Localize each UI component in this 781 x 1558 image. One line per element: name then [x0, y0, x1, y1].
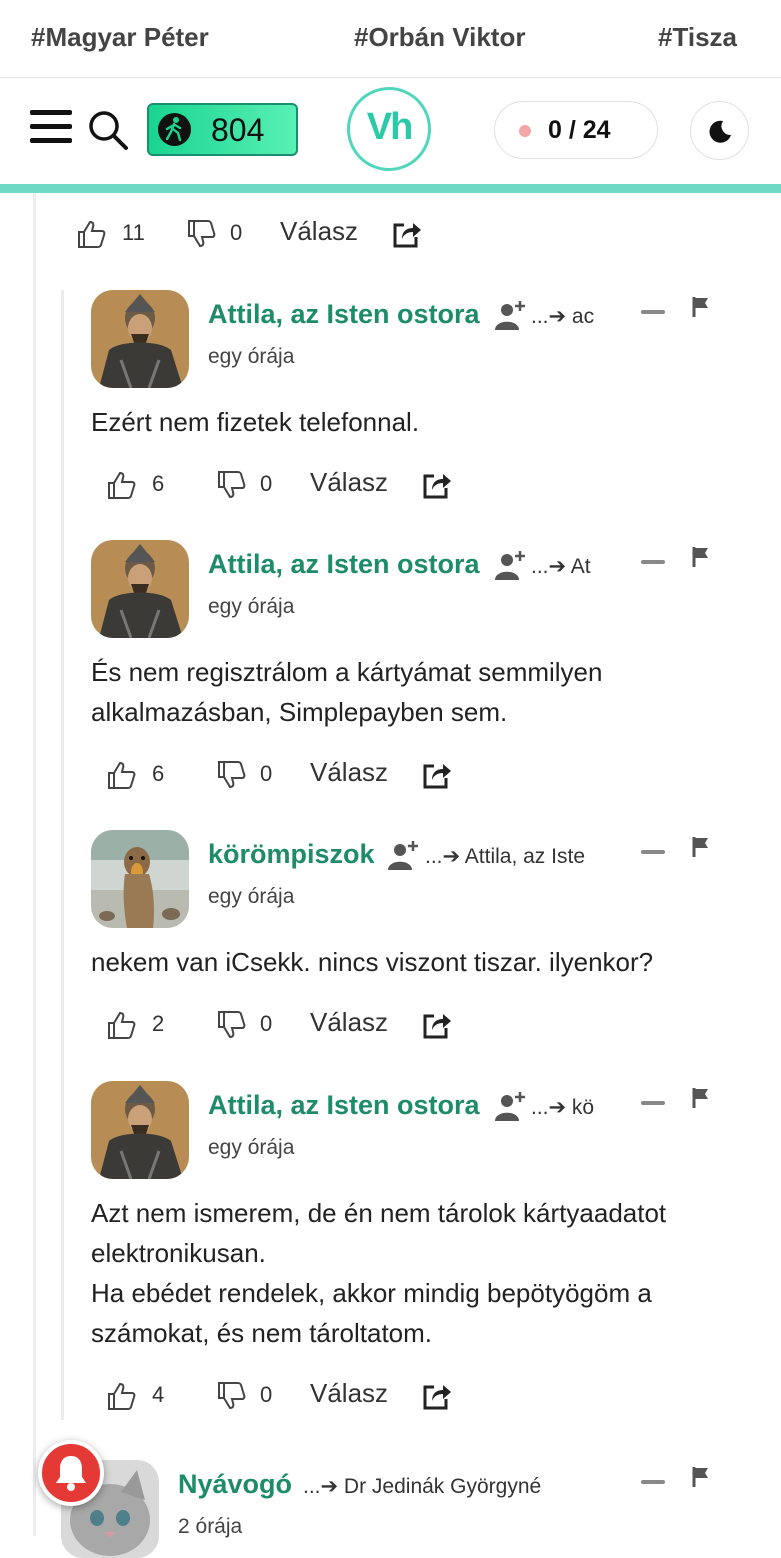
- site-logo[interactable]: Vh: [347, 87, 431, 171]
- reply-button[interactable]: Válasz: [310, 467, 388, 498]
- thumbs-down-icon[interactable]: [216, 470, 246, 500]
- thumbs-down-icon[interactable]: [186, 219, 216, 249]
- comment: Attila, az Isten ostora ...➔ ac egy óráj…: [91, 290, 781, 520]
- collapse-icon[interactable]: [641, 310, 665, 314]
- reply-button[interactable]: Válasz: [310, 1378, 388, 1409]
- topic-link[interactable]: #Magyar Péter: [31, 22, 209, 53]
- share-icon[interactable]: [392, 219, 422, 249]
- collapse-icon[interactable]: [641, 1101, 665, 1105]
- topic-link[interactable]: #Tisza: [658, 22, 737, 53]
- reply-to-link[interactable]: ...➔ Dr Jedinák Györgyné: [303, 1474, 573, 1499]
- timestamp: 2 órája: [178, 1515, 243, 1538]
- thread-line: [61, 290, 64, 1420]
- add-user-icon[interactable]: [493, 298, 527, 332]
- visitor-count: 804: [211, 112, 265, 148]
- flag-icon[interactable]: [691, 296, 711, 318]
- timestamp: egy órája: [208, 345, 295, 368]
- walking-person-icon: [158, 113, 191, 146]
- reply-to-link[interactable]: ...➔ kö: [531, 1095, 601, 1120]
- add-user-icon[interactable]: [493, 1089, 527, 1123]
- share-icon[interactable]: [422, 1010, 452, 1040]
- flag-icon[interactable]: [691, 1087, 711, 1109]
- reply-button[interactable]: Válasz: [280, 216, 358, 247]
- reply-to-link[interactable]: ...➔ At: [531, 554, 601, 579]
- author-name[interactable]: Nyávogó: [178, 1469, 292, 1500]
- share-icon[interactable]: [422, 1381, 452, 1411]
- collapse-icon[interactable]: [641, 1480, 665, 1484]
- reply-button[interactable]: Válasz: [310, 757, 388, 788]
- thumbs-up-icon[interactable]: [106, 760, 136, 790]
- search-icon[interactable]: [86, 108, 130, 152]
- header-divider: [0, 184, 781, 193]
- comment-text: Azt nem ismerem, de én nem tárolok kárty…: [91, 1198, 667, 1348]
- share-icon[interactable]: [422, 470, 452, 500]
- dark-mode-toggle[interactable]: [690, 101, 749, 160]
- comment-actions: 4 0 Válasz: [106, 1377, 466, 1417]
- unread-counter[interactable]: 0 / 24: [494, 101, 658, 159]
- thumbs-up-icon[interactable]: [106, 1010, 136, 1040]
- comment: Nyávogó ...➔ Dr Jedinák Györgyné 2 órája: [61, 1460, 781, 1558]
- reply-to-link[interactable]: ...➔ ac: [531, 304, 601, 329]
- author-name[interactable]: Attila, az Isten ostora: [208, 299, 480, 330]
- thumbs-up-icon[interactable]: [106, 470, 136, 500]
- menu-icon[interactable]: [30, 110, 72, 144]
- moon-icon: [709, 120, 731, 143]
- timestamp: egy órája: [208, 1136, 295, 1159]
- thumbs-down-icon[interactable]: [216, 1381, 246, 1411]
- avatar[interactable]: [91, 540, 189, 638]
- comment: körömpiszok ...➔ Attila, az Iste egy órá…: [91, 830, 781, 1060]
- thumbs-down-icon[interactable]: [216, 760, 246, 790]
- share-icon[interactable]: [422, 760, 452, 790]
- comment-actions: 6 0 Válasz: [106, 756, 466, 796]
- collapse-icon[interactable]: [641, 850, 665, 854]
- topic-bar: #Magyar Péter #Orbán Viktor #Tisza: [0, 0, 781, 78]
- notification-bell-button[interactable]: [38, 1440, 104, 1506]
- avatar[interactable]: [91, 1081, 189, 1179]
- add-user-icon[interactable]: [386, 838, 420, 872]
- reply-to-link[interactable]: ...➔ Attila, az Iste: [425, 844, 601, 869]
- flag-icon[interactable]: [691, 836, 711, 858]
- avatar[interactable]: [91, 830, 189, 928]
- add-user-icon[interactable]: [493, 548, 527, 582]
- comment-text: És nem regisztrálom a kártyámat semmilye…: [91, 657, 603, 727]
- status-dot-icon: [519, 125, 531, 137]
- comment: Attila, az Isten ostora ...➔ kö egy óráj…: [91, 1081, 781, 1421]
- comment-actions: 6 0 Válasz: [106, 466, 466, 506]
- author-name[interactable]: körömpiszok: [208, 839, 375, 870]
- thumbs-up-icon[interactable]: [106, 1381, 136, 1411]
- avatar[interactable]: [91, 290, 189, 388]
- timestamp: egy órája: [208, 885, 295, 908]
- author-name[interactable]: Attila, az Isten ostora: [208, 549, 480, 580]
- comment: Attila, az Isten ostora ...➔ At egy óráj…: [91, 540, 781, 800]
- flag-icon[interactable]: [691, 1466, 711, 1488]
- comment-actions: 11 0 Válasz: [76, 215, 436, 255]
- thread-line: [33, 193, 36, 1536]
- comment-text: Ezért nem fizetek telefonnal.: [91, 407, 420, 437]
- flag-icon[interactable]: [691, 546, 711, 568]
- timestamp: egy órája: [208, 595, 295, 618]
- bell-icon: [56, 1456, 86, 1491]
- author-name[interactable]: Attila, az Isten ostora: [208, 1090, 480, 1121]
- topic-link[interactable]: #Orbán Viktor: [354, 22, 525, 53]
- comment-text: nekem van iCsekk. nincs viszont tiszar. …: [91, 947, 654, 977]
- visitor-counter[interactable]: 804: [147, 103, 298, 156]
- thumbs-up-icon[interactable]: [76, 219, 106, 249]
- comment-actions: 2 0 Válasz: [106, 1006, 466, 1046]
- collapse-icon[interactable]: [641, 560, 665, 564]
- thumbs-down-icon[interactable]: [216, 1010, 246, 1040]
- reply-button[interactable]: Válasz: [310, 1007, 388, 1038]
